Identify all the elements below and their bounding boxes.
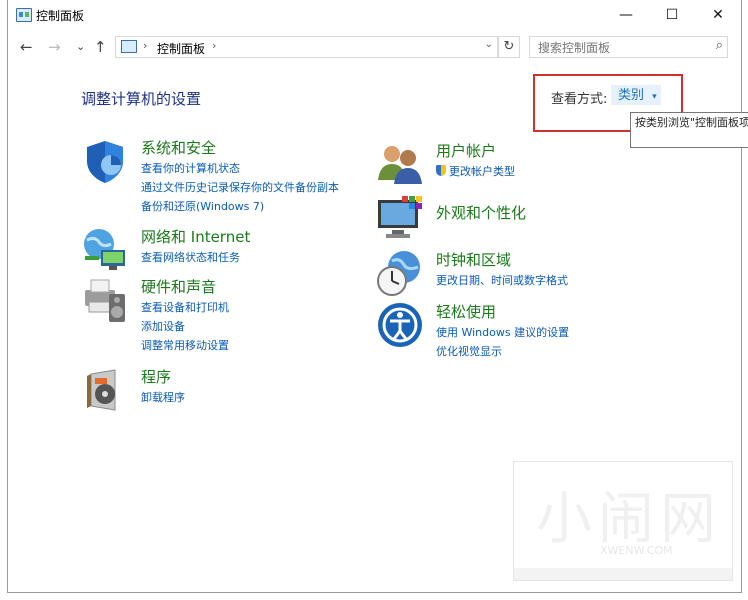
control-panel-window: 控制面板 — ☐ ✕ ← → ⌄ ↑ › 控制面板 › ⌄ ↻ ⌕ 调整计算机的… xyxy=(7,0,748,593)
search-box[interactable]: ⌕ xyxy=(529,36,728,58)
search-input[interactable] xyxy=(536,39,700,56)
category-title[interactable]: 硬件和声音 xyxy=(141,276,216,297)
link-uninstall-program[interactable]: 卸载程序 xyxy=(141,388,185,407)
watermark-logo-text: 小闹网 xyxy=(536,487,722,552)
link-add-device[interactable]: 添加设备 xyxy=(141,317,229,336)
control-panel-app-icon xyxy=(16,8,32,22)
link-devices-printers[interactable]: 查看设备和打印机 xyxy=(141,298,229,317)
back-arrow-icon[interactable]: ← xyxy=(20,38,33,56)
close-button[interactable]: ✕ xyxy=(695,0,741,30)
category-title[interactable]: 网络和 Internet xyxy=(141,226,250,247)
link-file-history-backup[interactable]: 通过文件历史记录保存你的文件备份副本 xyxy=(141,178,339,197)
ease-of-access-icon[interactable] xyxy=(376,301,424,349)
title-bar: 控制面板 — ☐ ✕ xyxy=(8,0,741,30)
clock-globe-icon[interactable] xyxy=(376,249,424,297)
address-dropdown-icon[interactable]: ⌄ xyxy=(485,39,493,50)
search-icon[interactable]: ⌕ xyxy=(716,38,723,53)
breadcrumb-separator[interactable]: › xyxy=(212,39,216,52)
link-view-computer-status[interactable]: 查看你的计算机状态 xyxy=(141,159,339,178)
category-title[interactable]: 系统和安全 xyxy=(141,137,216,158)
link-backup-restore[interactable]: 备份和还原(Windows 7) xyxy=(141,197,339,216)
up-arrow-icon[interactable]: ↑ xyxy=(94,38,107,56)
link-windows-suggested-settings[interactable]: 使用 Windows 建议的设置 xyxy=(436,323,569,342)
watermark: 小闹网 XWENW.COM xyxy=(513,461,733,581)
address-bar[interactable]: › 控制面板 › ⌄ xyxy=(115,36,498,58)
monitor-colors-icon[interactable] xyxy=(376,194,424,242)
category-title[interactable]: 时钟和区域 xyxy=(436,249,511,270)
window-title: 控制面板 xyxy=(36,9,85,23)
category-title[interactable]: 轻松使用 xyxy=(436,301,496,322)
category-title[interactable]: 用户帐户 xyxy=(436,140,496,161)
watermark-bar xyxy=(514,568,732,580)
watermark-url: XWENW.COM xyxy=(600,544,673,557)
users-icon[interactable] xyxy=(376,140,424,188)
uac-shield-icon xyxy=(436,165,446,176)
link-change-date-time-format[interactable]: 更改日期、时间或数字格式 xyxy=(436,271,568,290)
link-network-status[interactable]: 查看网络状态和任务 xyxy=(141,248,240,267)
tooltip: 按类别浏览"控制面板项目的完整列表。 xyxy=(630,112,748,148)
breadcrumb-control-panel[interactable]: 控制面板 xyxy=(157,40,205,57)
maximize-button[interactable]: ☐ xyxy=(649,0,695,30)
shield-icon[interactable] xyxy=(81,137,129,185)
programs-disc-icon[interactable] xyxy=(81,366,129,414)
link-mobility-settings[interactable]: 调整常用移动设置 xyxy=(141,336,229,355)
breadcrumb-separator: › xyxy=(143,39,148,52)
forward-arrow-icon[interactable]: → xyxy=(48,38,61,56)
printer-speaker-icon[interactable] xyxy=(81,276,129,324)
link-optimize-visual-display[interactable]: 优化视觉显示 xyxy=(436,342,569,361)
minimize-button[interactable]: — xyxy=(603,0,649,30)
page-title: 调整计算机的设置 xyxy=(81,90,202,108)
refresh-button[interactable]: ↻ xyxy=(498,36,520,58)
network-globe-icon[interactable] xyxy=(81,226,129,274)
link-change-account-type[interactable]: 更改帐户类型 xyxy=(436,162,515,181)
category-title[interactable]: 程序 xyxy=(141,366,171,387)
recent-locations-chevron-icon[interactable]: ⌄ xyxy=(76,40,85,53)
control-panel-small-icon xyxy=(121,40,137,53)
category-title[interactable]: 外观和个性化 xyxy=(436,202,526,223)
